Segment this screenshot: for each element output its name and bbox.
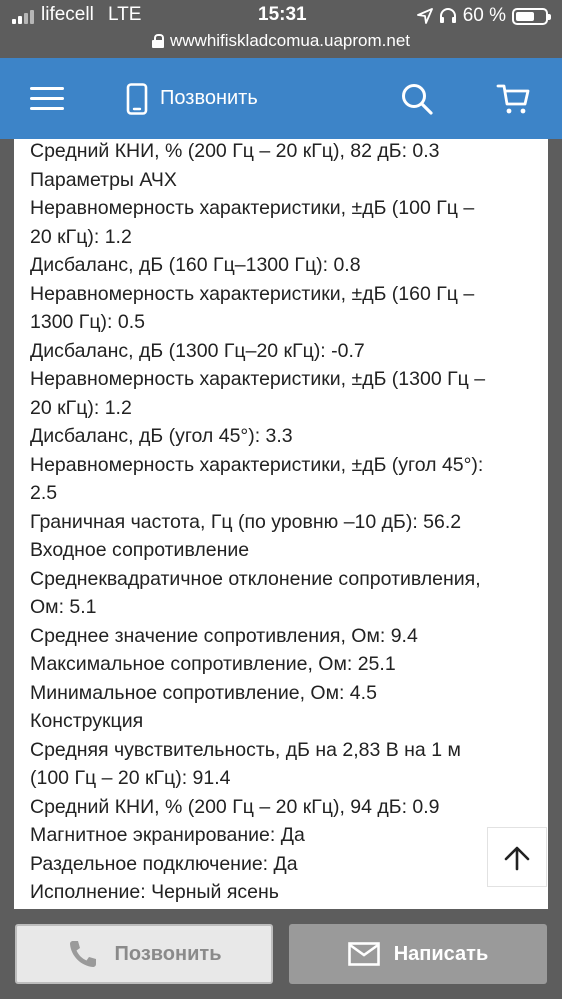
clock: 15:31 [258,4,307,25]
header-call-label: Позвонить [160,87,258,109]
header-call-button[interactable]: Позвонить [126,58,258,139]
address-bar[interactable]: wwwhifiskladcomua.uaprom.net [0,30,562,52]
spec-line: Параметры АЧХ [30,168,177,191]
cart-icon [496,84,530,113]
spec-line: 20 кГц): 1.2 [30,225,132,248]
spec-line: Неравномерность характеристики, ±дБ (100… [30,197,475,219]
search-icon [402,83,433,115]
spec-line: 1300 Гц): 0.5 [30,311,145,333]
scroll-to-top-button[interactable] [487,827,547,887]
spec-line: Средний КНИ, % (200 Гц – 20 кГц), 94 дБ:… [30,795,440,818]
spec-line: Дисбаланс, дБ (160 Гц–1300 Гц): 0.8 [30,254,361,276]
menu-button[interactable] [30,58,64,139]
bottom-action-bar: Позвонить Написать [0,909,562,999]
location-arrow-icon [416,8,433,24]
spec-line: Входное сопротивление [30,539,250,561]
spec-line: Максимальное сопротивление, Ом: 25.1 [30,653,396,675]
status-right: 60 % [416,4,551,28]
spec-line: Граничная частота, Гц (по уровню –10 дБ)… [30,510,462,533]
write-button[interactable]: Написать [289,924,547,984]
call-button-label: Позвонить [114,942,222,965]
status-row: lifecell LTE 15:31 60 % [0,4,562,28]
spec-line: Средний КНИ, % (200 Гц – 20 кГц), 82 дБ:… [30,140,440,162]
network-type: LTE [108,4,142,25]
spec-line: Дисбаланс, дБ (1300 Гц–20 кГц): -0.7 [30,339,365,362]
menu-icon [30,87,64,90]
spec-line: Среднеквадратичное отклонение сопротивле… [30,567,481,590]
spec-line: Неравномерность характеристики, ±дБ (130… [30,368,486,390]
spec-line: Ом: 5.1 [30,596,97,618]
spec-line: Минимальное сопротивление, Ом: 4.5 [30,681,377,704]
spec-line: Средняя чувствительность, дБ на 2,83 В н… [30,738,461,761]
spec-line: 20 кГц): 1.2 [30,396,132,419]
status-bar: lifecell LTE 15:31 60 % wwwhifiskladcomu… [0,0,562,58]
spec-line: Исполнение: Черный ясень [30,881,279,903]
product-specs: Средний КНИ, % (200 Гц – 20 кГц), 82 дБ:… [14,139,548,909]
spec-line: Неравномерность характеристики, ±дБ (уго… [30,453,484,476]
spec-line: (100 Гц – 20 кГц): 91.4 [30,767,231,789]
spec-line: Среднее значение сопротивления, Ом: 9.4 [30,624,418,647]
spec-lines: Средний КНИ, % (200 Гц – 20 кГц), 82 дБ:… [30,139,530,907]
phone-icon [126,82,148,115]
spec-line: Магнитное экранирование: Да [30,824,305,846]
battery-icon [512,7,551,25]
envelope-icon [347,942,380,966]
lock-icon [152,34,164,48]
write-button-label: Написать [393,942,489,965]
url-text: wwwhifiskladcomua.uaprom.net [170,31,410,50]
site-header: Позвонить [0,58,562,139]
spec-line: Раздельное подключение: Да [30,852,298,875]
headphones-icon [439,8,456,23]
carrier-name: lifecell [41,4,94,25]
cart-button[interactable] [496,58,532,139]
phone-handset-icon [69,941,96,967]
battery-percent: 60 % [462,5,506,26]
spec-line: Конструкция [30,710,144,732]
spec-line: 2.5 [30,482,58,504]
spec-line: Неравномерность характеристики, ±дБ (160… [30,282,475,305]
search-button[interactable] [400,58,436,139]
signal-icon [12,10,38,24]
call-button[interactable]: Позвонить [15,924,273,984]
arrow-up-icon [504,846,530,871]
spec-line: Дисбаланс, дБ (угол 45°): 3.3 [30,425,293,447]
